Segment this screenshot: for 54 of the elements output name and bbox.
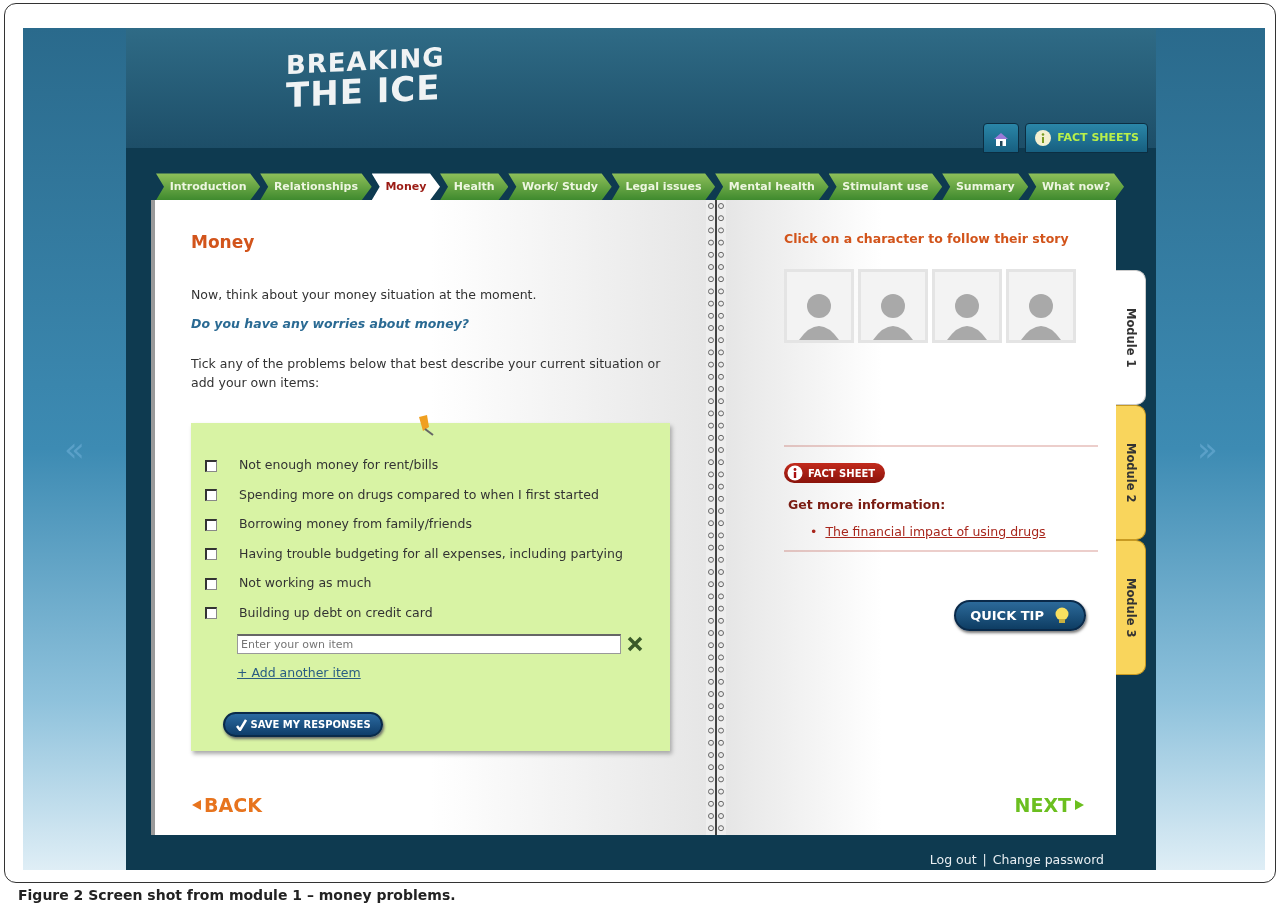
- question-text: Do you have any worries about money?: [191, 314, 471, 333]
- checkbox[interactable]: [205, 518, 217, 531]
- checkbox[interactable]: [205, 489, 217, 501]
- checklist-label: Building up debt on credit card: [239, 603, 433, 622]
- checklist-label: Not working as much: [239, 574, 372, 593]
- fact-sheets-button[interactable]: FACT SHEETS: [1025, 123, 1148, 154]
- checkbox[interactable]: [205, 548, 217, 560]
- nav-tab[interactable]: Mental health: [715, 173, 829, 201]
- left-triangle-icon: [191, 799, 201, 811]
- quick-tip-button[interactable]: QUICK TIP: [954, 599, 1086, 631]
- nav-tab[interactable]: Money: [371, 173, 441, 201]
- checkbox[interactable]: [205, 577, 217, 590]
- checkbox[interactable]: [205, 459, 217, 472]
- info-icon: [1034, 129, 1053, 148]
- prompt-text: Click on a character to follow their story: [784, 230, 1070, 249]
- checklist-label: Having trouble budgeting for all expenses, including partying: [239, 544, 623, 563]
- module-tab[interactable]: Module 1: [1116, 270, 1146, 406]
- next-link[interactable]: NEXT: [1014, 790, 1084, 820]
- nav-tab[interactable]: Introduction: [156, 173, 261, 201]
- lightbulb-icon: [1054, 607, 1070, 624]
- module-tab[interactable]: Module 2: [1116, 405, 1146, 541]
- page-title: Money: [191, 231, 256, 255]
- own-item-field[interactable]: Enter your own item: [237, 633, 621, 654]
- footer-link[interactable]: Change password: [992, 851, 1104, 870]
- module-tab[interactable]: Module 3: [1116, 540, 1146, 676]
- close-icon: [627, 635, 643, 652]
- list-bullet: •: [810, 522, 818, 541]
- info-icon: [787, 465, 803, 481]
- checklist-label: Spending more on drugs compared to when I first started: [239, 485, 599, 504]
- checklist-label: Not enough money for rent/bills: [239, 456, 439, 475]
- nav-tab[interactable]: Legal issues: [611, 173, 716, 201]
- separator: |: [982, 851, 987, 870]
- add-item-link[interactable]: + Add another item: [237, 663, 361, 683]
- nav-tab[interactable]: What now?: [1028, 173, 1125, 201]
- home-button[interactable]: [983, 123, 1020, 154]
- nav-tab[interactable]: Relationships: [260, 173, 372, 201]
- fact-sheet-badge: FACT SHEET: [784, 463, 886, 483]
- more-info-heading: Get more information:: [788, 496, 947, 514]
- nav-tab[interactable]: Health: [440, 173, 509, 201]
- nav-tab[interactable]: Stimulant use: [828, 173, 943, 201]
- save-responses-button[interactable]: SAVE MY RESPONSES: [223, 711, 383, 737]
- footer-link[interactable]: Log out: [929, 851, 977, 870]
- info-link[interactable]: The financial impact of using drugs: [825, 522, 1046, 542]
- nav-tab[interactable]: Summary: [942, 173, 1029, 201]
- intro-text: Now, think about your money situation at the moment.: [191, 285, 538, 304]
- nav-tab[interactable]: Work/ Study: [508, 173, 612, 201]
- instruction-text: Tick any of the problems below that best describe your current situation or add your own items:: [191, 355, 662, 392]
- right-triangle-icon: [1074, 799, 1084, 811]
- checkbox[interactable]: [205, 607, 217, 619]
- back-link[interactable]: BACK: [191, 790, 262, 820]
- checkmark-icon: [235, 718, 247, 731]
- figure-caption: Figure 2 Screen shot from module 1 – money problems.: [18, 886, 457, 905]
- checklist-label: Borrowing money from family/friends: [239, 515, 472, 534]
- logo: BREAKING THE ICE: [286, 43, 445, 113]
